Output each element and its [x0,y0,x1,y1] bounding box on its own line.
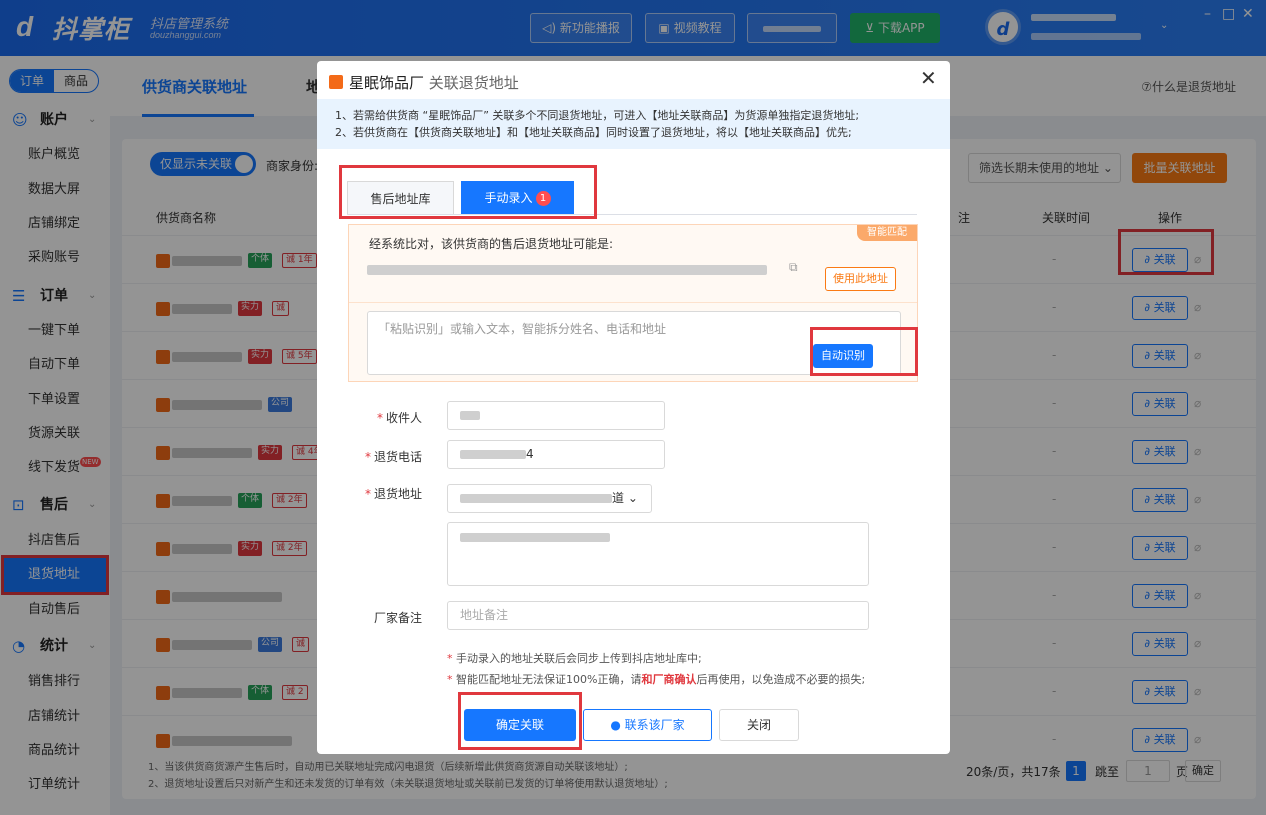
smart-match-tag: 智能匹配 [857,225,917,241]
remark-label: 厂家备注 [373,611,422,625]
use-this-address-button[interactable]: 使用此地址 [825,267,896,291]
smart-match-text: 经系统比对，该供货商的售后退货地址可能是: [369,237,614,251]
tab-aftersale-address-library[interactable]: 售后地址库 [347,181,454,215]
chevron-down-icon: ⌄ [627,491,638,505]
auto-recognize-button[interactable]: 自动识别 [813,344,873,368]
contact-supplier-button[interactable]: ● 联系该厂家 [583,709,712,741]
detail-address-textarea[interactable] [447,522,869,586]
dialog-title: 星眠饰品厂 关联退货地址 [349,74,519,92]
dialog-notice: 1、若需给供货商 “星眠饰品厂” 关联多个不同退货地址，可进入【地址关联商品】为… [317,99,950,149]
close-icon[interactable]: ✕ [920,68,937,88]
tab-manual-entry[interactable]: 手动录入 1 [461,181,574,215]
note-verify: * 智能匹配地址无法保证100%正确，请和厂商确认后再使用，以免造成不必要的损失… [447,673,866,686]
close-button[interactable]: 关闭 [719,709,799,741]
smart-match-panel: 智能匹配 经系统比对，该供货商的售后退货地址可能是: ⧉ 使用此地址 「粘贴识别… [348,224,918,382]
receiver-input[interactable] [447,401,665,430]
region-select[interactable]: 道 ⌄ [447,484,652,513]
confirm-link-button[interactable]: 确定关联 [464,709,576,741]
tab-count-badge: 1 [535,191,551,206]
supplier-logo-icon [329,75,343,89]
chat-icon: ● [610,718,625,732]
phone-label: * 退货电话 [364,450,422,464]
copy-icon[interactable]: ⧉ [789,260,798,275]
smart-divider [349,302,917,303]
remark-input[interactable]: 地址备注 [447,601,869,630]
link-return-address-dialog: 星眠饰品厂 关联退货地址 ✕ 1、若需给供货商 “星眠饰品厂” 关联多个不同退货… [317,61,950,754]
address-label: * 退货地址 [364,487,422,501]
matched-address-redacted [367,265,767,275]
receiver-label: * 收件人 [376,411,422,425]
phone-input[interactable]: 4 [447,440,665,469]
note-sync: * 手动录入的地址关联后会同步上传到抖店地址库中; [447,652,702,665]
tab-divider [347,214,917,215]
